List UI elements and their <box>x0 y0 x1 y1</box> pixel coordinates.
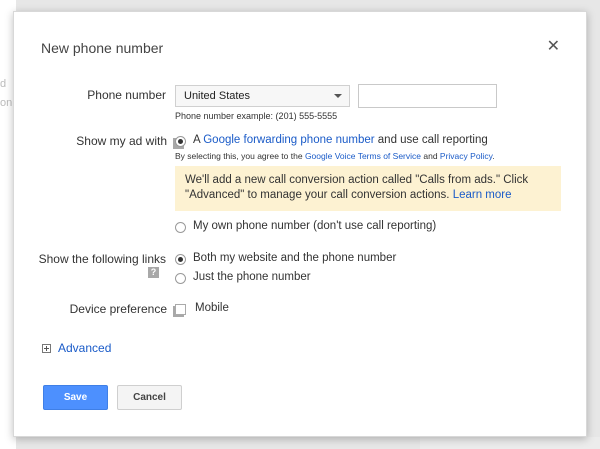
new-phone-number-dialog: New phone number ✕ Phone number United S… <box>13 11 587 437</box>
background-text-fragment: on <box>0 97 13 109</box>
help-icon[interactable]: ? <box>148 267 159 278</box>
google-forwarding-number-link[interactable]: Google forwarding phone number <box>203 134 374 146</box>
show-ad-with-label: Show my ad with? <box>34 134 184 149</box>
agreement-text: By selecting this, you agree to the Goog… <box>175 151 495 161</box>
call-conversion-notice: We'll add a new call conversion action c… <box>175 166 561 211</box>
both-links-option: Both my website and the phone number <box>193 252 397 264</box>
close-icon[interactable]: ✕ <box>547 36 560 56</box>
country-select-value: United States <box>184 90 251 102</box>
phone-number-example: Phone number example: (201) 555-5555 <box>175 111 338 121</box>
forwarding-number-option: A Google forwarding phone number and use… <box>193 134 488 146</box>
chevron-down-icon <box>334 94 342 98</box>
advanced-label: Advanced <box>58 341 112 355</box>
phone-only-option: Just the phone number <box>193 271 311 283</box>
own-number-option: My own phone number (don't use call repo… <box>193 220 437 232</box>
device-preference-label-text: Device preference <box>69 302 167 316</box>
device-preference-label: Device preference? <box>34 302 184 317</box>
mobile-checkbox[interactable] <box>175 304 186 315</box>
both-links-radio[interactable] <box>175 254 186 265</box>
forwarding-number-radio[interactable] <box>175 136 186 147</box>
country-select[interactable]: United States <box>175 85 350 107</box>
learn-more-link[interactable]: Learn more <box>453 189 512 201</box>
show-ad-with-label-text: Show my ad with <box>76 134 167 148</box>
dialog-title: New phone number <box>41 40 164 56</box>
mobile-label: Mobile <box>195 302 229 314</box>
background-text-fragment: d <box>0 78 7 90</box>
phone-number-input[interactable] <box>358 84 497 108</box>
phone-only-radio[interactable] <box>175 273 186 284</box>
expand-plus-icon <box>42 344 51 353</box>
google-voice-terms-link[interactable]: Google Voice Terms of Service <box>305 151 421 161</box>
cancel-button[interactable]: Cancel <box>117 385 182 410</box>
following-links-label: Show the following links <box>38 252 166 266</box>
background-bottom <box>420 437 600 449</box>
own-number-radio[interactable] <box>175 222 186 233</box>
phone-number-label: Phone number <box>87 88 166 102</box>
save-button[interactable]: Save <box>43 385 108 410</box>
advanced-toggle[interactable]: Advanced <box>42 341 111 355</box>
privacy-policy-link[interactable]: Privacy Policy <box>440 151 492 161</box>
